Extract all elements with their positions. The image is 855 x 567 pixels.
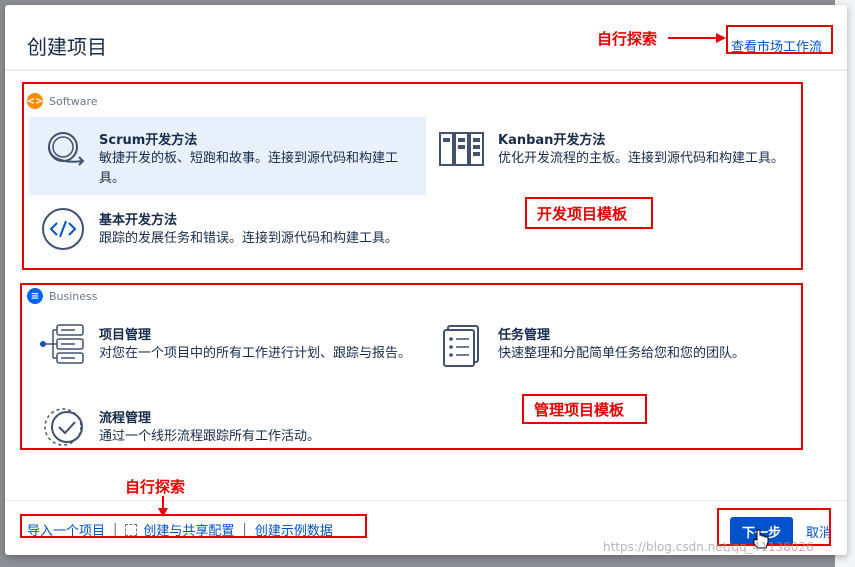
annotation-mgmt-templates: 管理项目模板 [534, 401, 625, 419]
footer-divider [5, 500, 847, 501]
annotation-explore-top: 自行探索 [597, 30, 658, 48]
watermark: https://blog.csdn.net/qq_41138026 [603, 540, 814, 554]
annotation-box-business [20, 283, 803, 450]
annotation-dev-templates: 开发项目模板 [537, 205, 628, 223]
annotation-box-software [22, 82, 803, 270]
annotation-arrow-right [668, 33, 726, 43]
annotation-box-market [726, 25, 833, 54]
dialog-title: 创建项目 [27, 35, 107, 59]
annotation-box-footer-links [20, 514, 367, 538]
annotation-explore-bottom: 自行探索 [125, 478, 186, 496]
header-divider [5, 69, 847, 71]
